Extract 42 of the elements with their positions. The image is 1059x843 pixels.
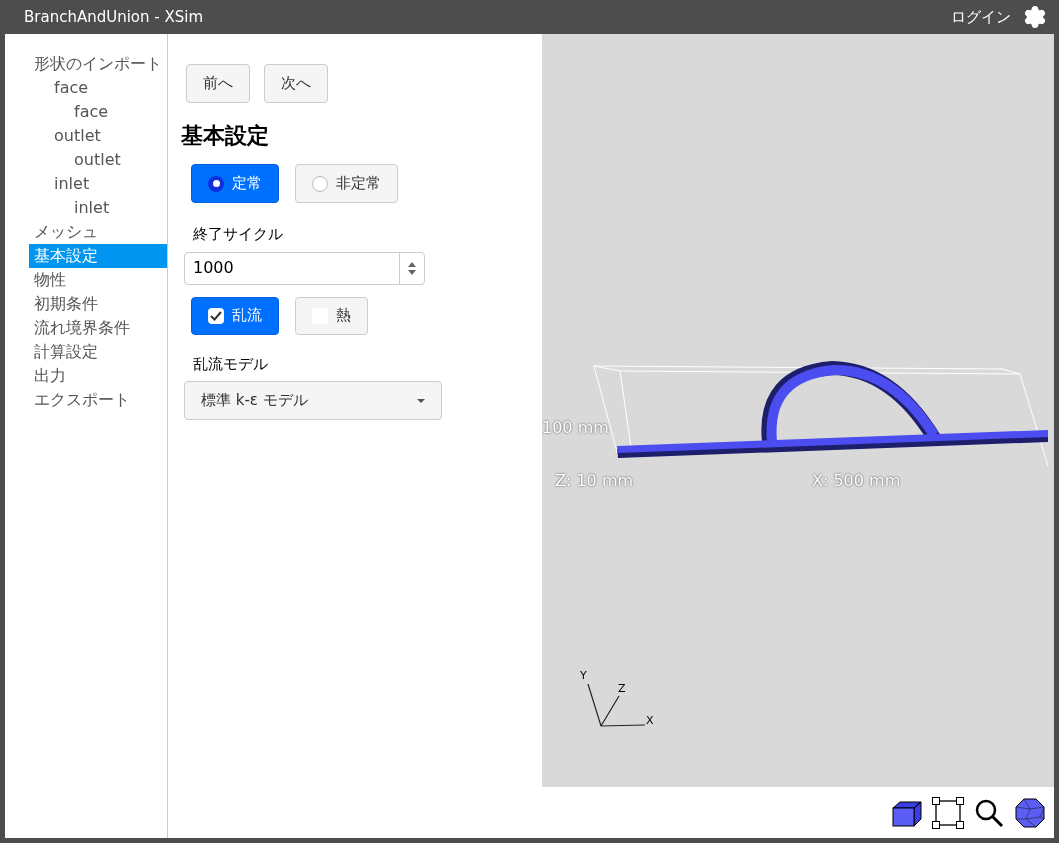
nav-button[interactable]: 次へ bbox=[264, 64, 328, 103]
field-label: 終了サイクル bbox=[193, 224, 284, 245]
field-label: 乱流モデル bbox=[193, 353, 269, 375]
mode-radio-button[interactable]: 非定常 bbox=[295, 164, 398, 203]
radio-icon bbox=[312, 175, 328, 192]
sidebar-item[interactable]: 計算設定 bbox=[29, 340, 167, 364]
sidebar-item[interactable]: 形状のインポート bbox=[29, 52, 167, 76]
caret-icon bbox=[417, 398, 425, 403]
model-dropdown[interactable]: 標準 k-ε モデル bbox=[184, 381, 442, 420]
section-heading: 基本設定 bbox=[181, 122, 270, 150]
axis-label: X bbox=[646, 713, 654, 729]
radio-icon bbox=[208, 175, 224, 192]
sidebar-item[interactable]: 出力 bbox=[29, 364, 167, 388]
sidebar-item[interactable]: 初期条件 bbox=[29, 292, 167, 316]
polyhedron-icon[interactable] bbox=[1014, 796, 1046, 829]
spin-down-icon[interactable] bbox=[408, 269, 416, 275]
sidebar-item[interactable]: outlet bbox=[29, 124, 167, 148]
cube-icon[interactable] bbox=[892, 798, 922, 827]
window-title: BranchAndUnion - XSim bbox=[24, 6, 204, 28]
sidebar-item[interactable]: face bbox=[29, 76, 167, 100]
sidebar-item[interactable]: outlet bbox=[29, 148, 167, 172]
mode-radio-button[interactable]: 定常 bbox=[191, 164, 279, 203]
sidebar-item[interactable]: 流れ境界条件 bbox=[29, 316, 167, 340]
bounding-box-icon[interactable] bbox=[932, 796, 964, 829]
axis-label: Z bbox=[618, 681, 626, 697]
number-input[interactable]: 1000 bbox=[185, 252, 399, 284]
nav-button[interactable]: 前へ bbox=[186, 64, 250, 103]
search-icon[interactable] bbox=[974, 797, 1004, 828]
sidebar-item[interactable]: エクスポート bbox=[29, 388, 167, 412]
number-field[interactable]: 1000 bbox=[184, 251, 425, 285]
toggle-checkbox-button[interactable]: 乱流 bbox=[191, 296, 279, 335]
sidebar-item[interactable]: inlet bbox=[29, 196, 167, 220]
checkbox-icon bbox=[208, 307, 224, 324]
login-button[interactable]: ログイン bbox=[951, 5, 1011, 29]
sidebar-item[interactable]: メッシュ bbox=[29, 220, 167, 244]
spin-up-icon[interactable] bbox=[408, 261, 416, 267]
sidebar-item[interactable]: inlet bbox=[29, 172, 167, 196]
toggle-checkbox-button[interactable]: 熱 bbox=[295, 296, 368, 335]
axis-label: Y bbox=[580, 668, 587, 684]
sidebar-item[interactable]: face bbox=[29, 100, 167, 124]
settings-icon[interactable] bbox=[1023, 5, 1047, 29]
sidebar-item[interactable]: 物性 bbox=[29, 268, 167, 292]
